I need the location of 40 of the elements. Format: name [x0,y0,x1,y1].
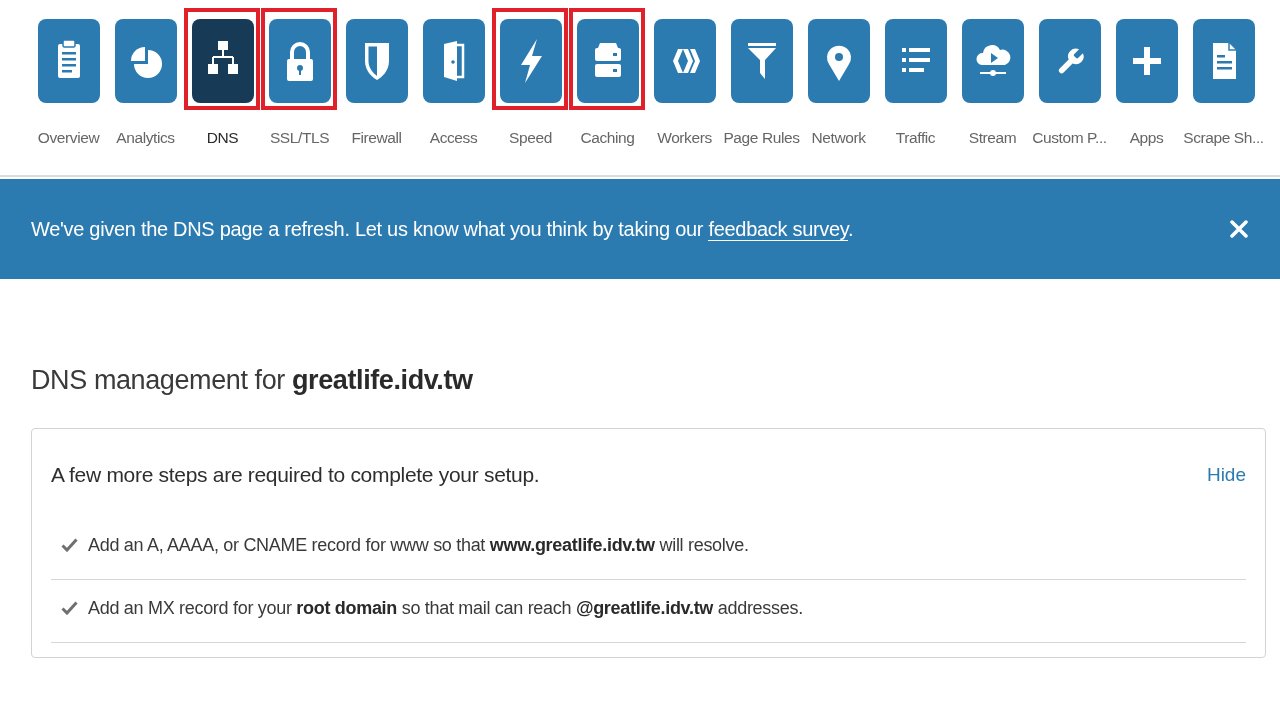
nav-tab[interactable]: Firewall [338,19,415,175]
nav-tab[interactable]: Apps [1108,19,1185,175]
pie-chart-icon [114,19,177,103]
nav-tab[interactable]: Speed [492,19,569,175]
nav-tab[interactable]: SSL/TLS [261,19,338,175]
nav-tab[interactable]: Traffic [877,19,954,175]
shield-icon [345,19,408,103]
step-text: Add an A, AAAA, or CNAME record for www so that www.greatlife.idv.tw will resolve. [88,534,749,557]
close-icon [1230,220,1248,238]
nav-tab[interactable]: Caching [569,19,646,175]
nav-tab[interactable]: Stream [954,19,1031,175]
padlock-icon [268,19,331,103]
nav-tab[interactable]: Page Rules [723,19,800,175]
map-pin-icon [807,19,870,103]
hide-link[interactable]: Hide [1206,464,1246,486]
nav-tab[interactable]: DNS [184,19,261,175]
door-icon [422,19,485,103]
list-icon [884,19,947,103]
cloud-play-icon [961,19,1024,103]
clipboard-icon [37,19,100,103]
feedback-link[interactable]: feedback survey [708,217,849,241]
server-icon [576,19,639,103]
banner-message: We've given the DNS page a refresh. Let us know what you think by taking our feedback survey. [31,217,854,241]
nav-tab[interactable]: Access [415,19,492,175]
step-text: Add an MX record for your root domain so that mail can reach @greatlife.idv.tw addresses. [88,597,803,620]
document-icon [1192,19,1255,103]
nav-tab[interactable]: Analytics [107,19,184,175]
wrench-icon [1038,19,1101,103]
plus-icon [1115,19,1178,103]
nav-tab[interactable]: Workers [646,19,723,175]
chevrons-icon [653,19,716,103]
nav-tab[interactable]: Custom P... [1031,19,1108,175]
funnel-icon [730,19,793,103]
card-title: A few more steps are required to complete your setup. [51,462,540,488]
nav-tab[interactable]: Network [800,19,877,175]
nav-tab[interactable]: Scrape Sh... [1185,19,1262,175]
nav-tab[interactable]: Overview [30,19,107,175]
page-heading: DNS management for greatlife.idv.tw [31,364,474,397]
sitemap-icon [191,19,254,103]
lightning-icon [499,19,562,103]
